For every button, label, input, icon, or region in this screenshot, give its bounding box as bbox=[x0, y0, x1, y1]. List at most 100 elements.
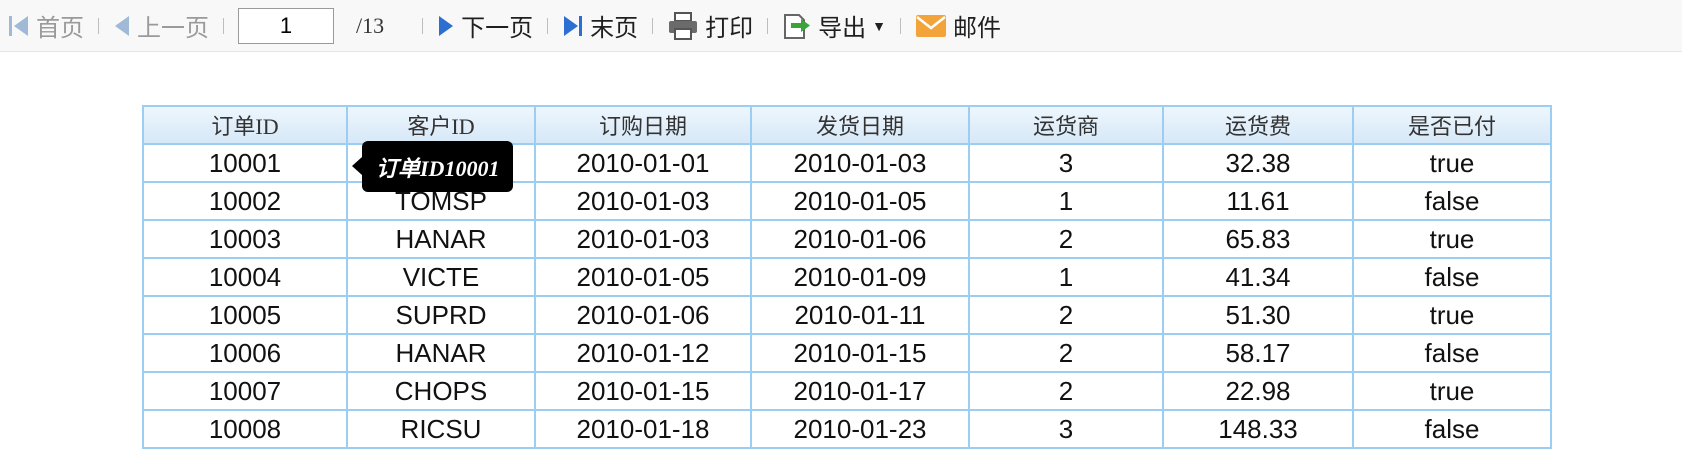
cell-paid[interactable]: true bbox=[1352, 143, 1552, 183]
cell-shipper[interactable]: 2 bbox=[968, 371, 1164, 411]
cell-order-date[interactable]: 2010-01-12 bbox=[534, 333, 752, 373]
chevron-down-icon: ▼ bbox=[872, 17, 886, 34]
cell-shipper[interactable]: 2 bbox=[968, 219, 1164, 259]
cell-freight[interactable]: 148.33 bbox=[1162, 409, 1354, 449]
cell-order-id[interactable]: 10001 bbox=[142, 143, 348, 183]
prev-page-icon bbox=[113, 14, 131, 38]
cell-order-date[interactable]: 2010-01-03 bbox=[534, 181, 752, 221]
table-row: 10004 VICTE 2010-01-05 2010-01-09 1 41.3… bbox=[142, 257, 1552, 297]
cell-customer-id[interactable]: CHOPS bbox=[346, 371, 536, 411]
mail-button[interactable]: 邮件 bbox=[909, 6, 1007, 46]
cell-order-id[interactable]: 10008 bbox=[142, 409, 348, 449]
prev-page-label: 上一页 bbox=[137, 15, 209, 42]
cell-ship-date[interactable]: 2010-01-09 bbox=[750, 257, 970, 297]
toolbar-separator bbox=[767, 17, 769, 34]
first-page-label: 首页 bbox=[36, 15, 84, 42]
cell-order-date[interactable]: 2010-01-05 bbox=[534, 257, 752, 297]
cell-paid[interactable]: false bbox=[1352, 257, 1552, 297]
cell-customer-id[interactable]: HANAR bbox=[346, 219, 536, 259]
cell-customer-id[interactable]: HANAR bbox=[346, 333, 536, 373]
table-row: 10007 CHOPS 2010-01-15 2010-01-17 2 22.9… bbox=[142, 371, 1552, 411]
cell-ship-date[interactable]: 2010-01-03 bbox=[750, 143, 970, 183]
cell-order-id[interactable]: 10005 bbox=[142, 295, 348, 335]
cell-order-id[interactable]: 10002 bbox=[142, 181, 348, 221]
cell-shipper[interactable]: 1 bbox=[968, 257, 1164, 297]
prev-page-button[interactable]: 上一页 bbox=[107, 6, 215, 46]
mail-icon bbox=[915, 13, 947, 39]
last-page-icon bbox=[562, 14, 584, 38]
cell-order-date[interactable]: 2010-01-01 bbox=[534, 143, 752, 183]
cell-freight[interactable]: 32.38 bbox=[1162, 143, 1354, 183]
col-header-ship-date[interactable]: 发货日期 bbox=[750, 105, 970, 145]
col-header-shipper[interactable]: 运货商 bbox=[968, 105, 1164, 145]
table-row: 10003 HANAR 2010-01-03 2010-01-06 2 65.8… bbox=[142, 219, 1552, 259]
cell-ship-date[interactable]: 2010-01-06 bbox=[750, 219, 970, 259]
cell-ship-date[interactable]: 2010-01-11 bbox=[750, 295, 970, 335]
page-total: /13 bbox=[356, 12, 385, 38]
first-page-icon bbox=[8, 14, 30, 38]
cell-order-date[interactable]: 2010-01-15 bbox=[534, 371, 752, 411]
cell-freight[interactable]: 58.17 bbox=[1162, 333, 1354, 373]
last-page-label: 末页 bbox=[590, 15, 639, 42]
col-header-customer-id[interactable]: 客户ID bbox=[346, 105, 536, 145]
cell-customer-id[interactable]: SUPRD bbox=[346, 295, 536, 335]
col-header-freight[interactable]: 运货费 bbox=[1162, 105, 1354, 145]
first-page-button[interactable]: 首页 bbox=[2, 6, 90, 46]
col-header-order-id[interactable]: 订单ID bbox=[142, 105, 348, 145]
cell-order-id[interactable]: 10003 bbox=[142, 219, 348, 259]
cell-order-id[interactable]: 10006 bbox=[142, 333, 348, 373]
cell-order-date[interactable]: 2010-01-18 bbox=[534, 409, 752, 449]
cell-ship-date[interactable]: 2010-01-17 bbox=[750, 371, 970, 411]
cell-paid[interactable]: true bbox=[1352, 219, 1552, 259]
cell-paid[interactable]: true bbox=[1352, 295, 1552, 335]
export-button[interactable]: 导出 ▼ bbox=[776, 6, 892, 46]
cell-order-date[interactable]: 2010-01-06 bbox=[534, 295, 752, 335]
table-row: 10005 SUPRD 2010-01-06 2010-01-11 2 51.3… bbox=[142, 295, 1552, 335]
toolbar-separator bbox=[547, 17, 549, 34]
next-page-label: 下一页 bbox=[461, 15, 534, 42]
table-row: 10002 TOMSP 2010-01-03 2010-01-05 1 11.6… bbox=[142, 181, 1552, 221]
cell-customer-id[interactable]: VICTE bbox=[346, 257, 536, 297]
table-row: 10006 HANAR 2010-01-12 2010-01-15 2 58.1… bbox=[142, 333, 1552, 373]
table-row: 10008 RICSU 2010-01-18 2010-01-23 3 148.… bbox=[142, 409, 1552, 449]
cell-shipper[interactable]: 1 bbox=[968, 181, 1164, 221]
mail-label: 邮件 bbox=[952, 15, 1001, 42]
col-header-order-date[interactable]: 订购日期 bbox=[534, 105, 752, 145]
cell-freight[interactable]: 11.61 bbox=[1162, 181, 1354, 221]
report-toolbar: 首页 上一页 /13 下一页 末页 打印 导出 ▼ bbox=[0, 0, 1682, 52]
toolbar-separator bbox=[223, 17, 224, 34]
cell-ship-date[interactable]: 2010-01-15 bbox=[750, 333, 970, 373]
cell-freight[interactable]: 22.98 bbox=[1162, 371, 1354, 411]
cell-paid[interactable]: false bbox=[1352, 333, 1552, 373]
cell-order-id[interactable]: 10007 bbox=[142, 371, 348, 411]
toolbar-separator bbox=[652, 17, 654, 34]
cell-freight[interactable]: 41.34 bbox=[1162, 257, 1354, 297]
cell-paid[interactable]: false bbox=[1352, 409, 1552, 449]
cell-freight[interactable]: 51.30 bbox=[1162, 295, 1354, 335]
page-number-input[interactable] bbox=[238, 7, 334, 44]
cell-ship-date[interactable]: 2010-01-05 bbox=[750, 181, 970, 221]
cell-paid[interactable]: false bbox=[1352, 181, 1552, 221]
col-header-paid[interactable]: 是否已付 bbox=[1352, 105, 1552, 145]
next-page-icon bbox=[437, 14, 455, 38]
export-icon bbox=[782, 11, 812, 41]
cell-shipper[interactable]: 3 bbox=[968, 143, 1164, 183]
toolbar-separator bbox=[98, 17, 99, 34]
cell-shipper[interactable]: 2 bbox=[968, 333, 1164, 373]
cell-freight[interactable]: 65.83 bbox=[1162, 219, 1354, 259]
last-page-button[interactable]: 末页 bbox=[556, 6, 644, 46]
print-button[interactable]: 打印 bbox=[661, 6, 759, 46]
cell-shipper[interactable]: 2 bbox=[968, 295, 1164, 335]
cell-shipper[interactable]: 3 bbox=[968, 409, 1164, 449]
printer-icon bbox=[667, 11, 699, 40]
cell-ship-date[interactable]: 2010-01-23 bbox=[750, 409, 970, 449]
next-page-button[interactable]: 下一页 bbox=[431, 6, 539, 46]
cell-paid[interactable]: true bbox=[1352, 371, 1552, 411]
table-header-row: 订单ID 客户ID 订购日期 发货日期 运货商 运货费 是否已付 bbox=[142, 105, 1552, 145]
print-label: 打印 bbox=[705, 15, 754, 42]
cell-order-id[interactable]: 10004 bbox=[142, 257, 348, 297]
cell-customer-id[interactable]: RICSU bbox=[346, 409, 536, 449]
toolbar-separator bbox=[899, 17, 901, 34]
cell-tooltip: 订单ID10001 bbox=[351, 141, 514, 192]
cell-order-date[interactable]: 2010-01-03 bbox=[534, 219, 752, 259]
